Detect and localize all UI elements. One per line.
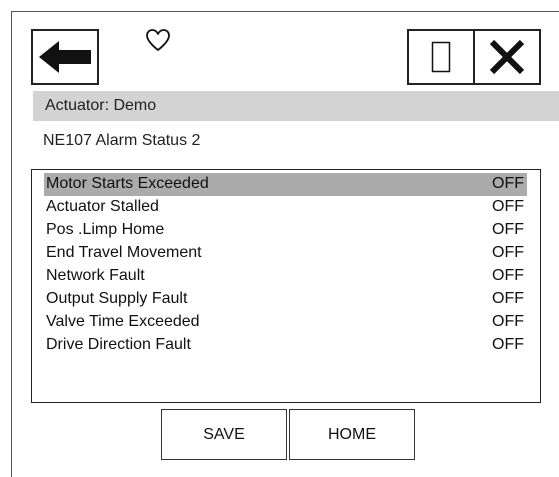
alarm-value: OFF <box>492 198 524 215</box>
close-x-icon <box>489 39 525 75</box>
list-item[interactable]: Drive Direction Fault OFF <box>44 334 527 357</box>
rectangle-icon <box>431 41 451 73</box>
alarm-list: Motor Starts Exceeded OFF Actuator Stall… <box>31 169 541 403</box>
list-item[interactable]: End Travel Movement OFF <box>44 242 527 265</box>
alarm-label: Valve Time Exceeded <box>46 313 200 330</box>
alarm-value: OFF <box>492 221 524 238</box>
list-item[interactable]: Actuator Stalled OFF <box>44 196 527 219</box>
home-button[interactable]: HOME <box>289 409 415 460</box>
alarm-value: OFF <box>492 267 524 284</box>
heart-outline-icon <box>146 29 170 51</box>
list-item[interactable]: Network Fault OFF <box>44 265 527 288</box>
alarm-value: OFF <box>492 175 524 192</box>
alarm-value: OFF <box>492 336 524 353</box>
screen-title: NE107 Alarm Status 2 <box>43 132 201 149</box>
list-item[interactable]: Valve Time Exceeded OFF <box>44 311 527 334</box>
list-item[interactable]: Motor Starts Exceeded OFF <box>44 173 527 196</box>
alarm-label: Output Supply Fault <box>46 290 188 307</box>
favorite-button[interactable] <box>145 28 171 52</box>
window-button[interactable] <box>407 29 475 85</box>
alarm-label: End Travel Movement <box>46 244 202 261</box>
alarm-value: OFF <box>492 313 524 330</box>
alarm-label: Drive Direction Fault <box>46 336 191 353</box>
alarm-value: OFF <box>492 244 524 261</box>
alarm-label: Pos .Limp Home <box>46 221 165 238</box>
save-button[interactable]: SAVE <box>161 409 287 460</box>
alarm-label: Network Fault <box>46 267 145 284</box>
actuator-label: Actuator: Demo <box>45 97 157 114</box>
alarm-value: OFF <box>492 290 524 307</box>
actuator-bar: Actuator: Demo <box>33 91 559 121</box>
back-button[interactable] <box>31 29 99 85</box>
list-item[interactable]: Pos .Limp Home OFF <box>44 219 527 242</box>
left-arrow-icon <box>39 41 91 73</box>
alarm-label: Motor Starts Exceeded <box>46 175 209 192</box>
close-button[interactable] <box>473 29 541 85</box>
list-item[interactable]: Output Supply Fault OFF <box>44 288 527 311</box>
alarm-label: Actuator Stalled <box>46 198 159 215</box>
